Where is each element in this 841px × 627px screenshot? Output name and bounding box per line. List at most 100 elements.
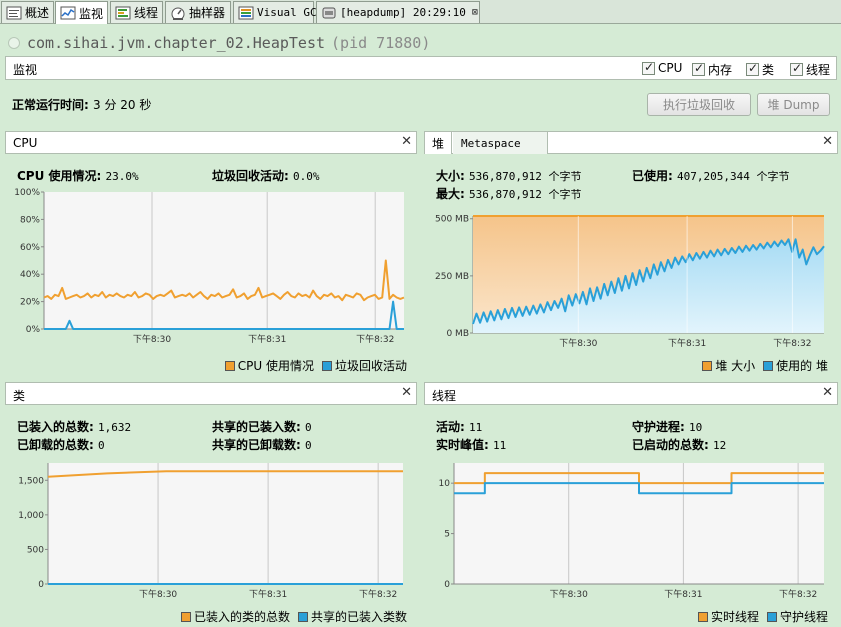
unloaded-classes-stat: 已卸载的总数: 0 [17,436,105,453]
stat-label: 已卸载的总数: [17,438,94,452]
y-tick-label: 0 [444,580,450,590]
tab-heap[interactable]: 堆 [425,132,452,154]
close-icon[interactable]: ✕ [822,134,833,149]
threads-panel: 线程 ✕ 活动: 11 实时峰值: 11 守护进程: 10 已启动的总数: 12… [424,382,838,627]
tab-overview[interactable]: 概述 [1,1,54,23]
legend-label: 使用的 堆 [776,359,828,373]
y-tick-label: 0 [38,580,44,590]
y-tick-label: 40% [20,270,40,280]
x-tick-label: 下午8:31 [248,333,286,345]
legend-label: 堆 大小 [715,359,756,373]
threads-panel-title: 线程 [432,389,457,403]
plot-area [48,463,403,584]
tab-label: Visual GC [257,6,317,19]
legend-label: 已装入的类的总数 [193,610,290,624]
x-tick-label: 下午8:32 [779,588,817,600]
tab-visual-gc[interactable]: Visual GC [233,1,317,23]
tab-sampler[interactable]: 抽样器 [165,1,231,23]
close-icon[interactable]: ✕ [822,385,833,400]
classes-chart: 下午8:30 下午8:31 下午8:32 0 500 1,000 1,500 [18,463,403,600]
tab-heapdump[interactable]: [heapdump] 20:29:10 ⊠ [316,1,480,23]
cpu-chart: 下午8:30 下午8:31 下午8:32 0% 20% 40% 60% 80% 100% [14,188,405,345]
threads-icon [115,6,131,19]
checkbox-icon[interactable] [746,61,759,76]
y-tick-label: 500 [27,545,44,555]
stat-value: 23.0% [105,170,139,183]
cpu-legend: CPU 使用情况 垃圾回收活动 [217,357,407,374]
stat-label: 共享的已装入数: [212,420,301,434]
y-tick-label: 80% [20,215,40,225]
loaded-classes-stat: 已装入的总数: 1,632 [17,418,131,435]
plot-area [44,192,404,329]
stat-label: 垃圾回收活动: [212,169,289,183]
checkbox-icon[interactable] [692,61,705,76]
started-threads-stat: 已启动的总数: 12 [632,436,726,453]
legend-swatch-cpu [224,360,235,371]
monitor-icon [60,6,76,20]
heap-dump-button[interactable]: 堆 Dump [757,93,830,116]
shared-unloaded-stat: 共享的已卸载数: 0 [212,436,312,453]
section-title: 监视 [13,63,38,77]
close-tab-icon[interactable]: ⊠ [472,7,478,18]
checkbox-threads[interactable]: 线程 [790,61,830,78]
y-tick-label: 5 [444,530,450,540]
uptime-value: 3 分 20 秒 [93,98,152,112]
checkbox-memory[interactable]: 内存 [692,61,732,78]
classes-panel-title: 类 [13,389,26,403]
checkbox-classes[interactable]: 类 [746,61,774,78]
y-tick-label: 1,500 [18,476,44,486]
cpu-panel-header: CPU ✕ [5,131,417,154]
section-bar: 监视 CPU 内存 类 线程 [5,56,837,80]
stat-label: CPU 使用情况: [17,169,102,183]
stat-value: 0 [98,439,105,452]
cpu-usage-stat: CPU 使用情况: 23.0% [17,167,139,184]
checkbox-icon[interactable] [790,61,803,76]
close-icon[interactable]: ✕ [401,385,412,400]
legend-swatch-heap-used [763,360,774,371]
perform-gc-button[interactable]: 执行垃圾回收 [647,93,751,116]
x-tick-label: 下午8:30 [550,588,588,600]
stat-value: 11 [469,421,483,434]
daemon-threads-stat: 守护进程: 10 [632,418,702,435]
app-pid: (pid 71880) [331,34,431,52]
x-tick-label: 下午8:32 [356,333,394,345]
x-tick-label: 下午8:31 [668,337,706,349]
stat-value: 10 [689,421,703,434]
x-tick-label: 下午8:32 [773,337,811,349]
app-title: com.sihai.jvm.chapter_02.HeapTest [27,34,326,52]
y-tick-label: 250 MB [435,272,469,282]
stat-label: 守护进程: [632,420,685,434]
threads-chart: 下午8:30 下午8:31 下午8:32 0 5 10 [439,463,824,600]
y-tick-label: 10 [439,479,451,489]
stat-label: 已启动的总数: [632,438,709,452]
legend-label: 垃圾回收活动 [334,359,407,373]
app-header: com.sihai.jvm.chapter_02.HeapTest (pid 7… [8,34,430,52]
tab-metaspace[interactable]: Metaspace [453,132,548,154]
checkbox-label: CPU [658,61,683,75]
overview-icon [6,6,22,19]
y-tick-label: 1,000 [18,511,44,521]
tab-label: 抽样器 [189,6,226,20]
x-tick-label: 下午8:30 [139,588,177,600]
stat-label: 共享的已卸载数: [212,438,301,452]
classes-panel-header: 类 ✕ [5,382,417,405]
x-tick-label: 下午8:30 [133,333,171,345]
checkbox-icon[interactable] [642,60,655,75]
legend-swatch-live [697,611,708,622]
sampler-icon [171,7,185,20]
close-icon[interactable]: ✕ [401,134,412,149]
heap-panel-header: 堆 Metaspace ✕ [424,131,838,154]
legend-swatch-gc [321,360,332,371]
heap-chart: 下午8:30 下午8:31 下午8:32 0 MB 250 MB 500 MB [435,215,825,349]
tab-threads[interactable]: 线程 [110,1,163,23]
y-tick-label: 500 MB [435,215,469,225]
checkbox-label: 内存 [708,63,733,77]
stat-value: 407,205,344 个字节 [677,170,790,183]
live-threads-stat: 活动: 11 [436,418,482,435]
tab-monitor[interactable]: 监视 [55,1,108,24]
tab-label: 监视 [79,6,104,21]
stat-value: 0 [305,439,312,452]
stat-label: 活动: [436,420,465,434]
cpu-panel-title: CPU [13,136,38,150]
checkbox-cpu[interactable]: CPU [642,60,683,75]
